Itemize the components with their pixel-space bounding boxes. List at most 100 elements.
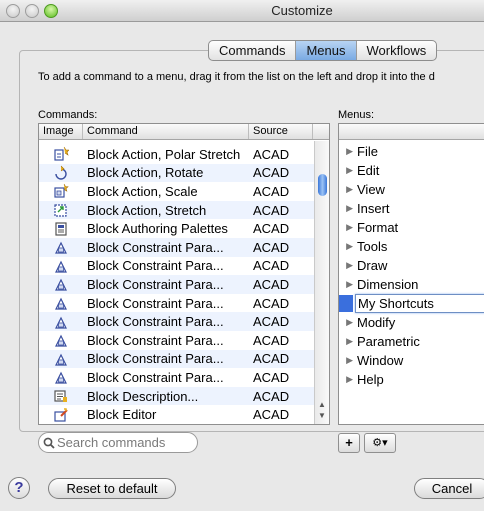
menu-item-tools[interactable]: ▶ Tools: [339, 237, 484, 256]
command-name: Block Editor: [87, 407, 157, 423]
menu-item-view[interactable]: ▶ View: [339, 180, 484, 199]
commands-table[interactable]: Image Command Source Block Action, Polar…: [38, 123, 330, 425]
disclosure-triangle-icon[interactable]: ▶: [339, 222, 357, 233]
table-row[interactable]: Block Action, Stretch ACAD: [39, 200, 314, 220]
command-source: ACAD: [253, 295, 290, 311]
menu-item-label: Format: [357, 220, 399, 235]
table-row[interactable]: Block Constraint Para... ACAD: [39, 368, 314, 387]
palettes-icon: [39, 221, 83, 237]
constraint-icon: [39, 332, 83, 348]
table-row[interactable]: Block Editor ACAD: [39, 405, 314, 424]
disclosure-triangle-icon[interactable]: ▶: [339, 184, 357, 195]
scrollbar-thumb[interactable]: [318, 174, 327, 196]
commands-scrollbar[interactable]: ▲ ▼: [314, 141, 329, 424]
disclosure-triangle-icon[interactable]: ▶: [339, 146, 357, 157]
menu-item-label: Dimension: [357, 277, 419, 292]
tab-workflows[interactable]: Workflows: [357, 41, 437, 60]
search-placeholder: Search commands: [57, 435, 166, 450]
command-name: Block Action, Polar Stretch: [87, 146, 241, 162]
table-row[interactable]: Block Authoring Palettes ACAD: [39, 219, 314, 238]
scroll-up-arrow-icon[interactable]: ▲: [318, 400, 326, 409]
tab-commands[interactable]: Commands: [209, 41, 297, 60]
table-row[interactable]: Block Constraint Para... ACAD: [39, 349, 314, 369]
commands-list: Block Action, Polar Stretch ACAD Block Act…: [39, 145, 314, 424]
menus-label: Menus:: [338, 109, 375, 121]
menu-item-help[interactable]: ▶ Help: [339, 370, 484, 389]
command-source: ACAD: [253, 258, 290, 274]
rotate-icon: [39, 165, 83, 181]
constraint-icon: [39, 314, 83, 330]
table-row[interactable]: Block Action, Scale ACAD: [39, 182, 314, 201]
disclosure-triangle-icon[interactable]: ▶: [339, 279, 357, 290]
help-button[interactable]: ?: [8, 477, 30, 499]
table-row[interactable]: Block Action, Polar Stretch ACAD: [39, 145, 314, 164]
disclosure-triangle-icon[interactable]: ▶: [339, 317, 357, 328]
table-row[interactable]: Block Constraint Para... ACAD: [39, 275, 314, 294]
command-source: ACAD: [253, 351, 290, 367]
disclosure-triangle-icon[interactable]: ▶: [339, 203, 357, 214]
gear-menu-button[interactable]: ⚙▾: [364, 433, 396, 453]
command-name: Block Constraint Para...: [87, 239, 224, 255]
command-name: Block Constraint Para...: [87, 369, 224, 385]
disclosure-triangle-icon[interactable]: ▶: [339, 336, 357, 347]
column-header-source[interactable]: Source: [249, 124, 313, 139]
disclosure-triangle-icon[interactable]: ▶: [339, 165, 357, 176]
command-source: ACAD: [253, 407, 290, 423]
constraint-icon: [39, 258, 83, 274]
command-name: Block Action, Scale: [87, 183, 198, 199]
menu-item-label: Parametric: [357, 334, 420, 349]
command-source: ACAD: [253, 239, 290, 255]
menu-item-format[interactable]: ▶ Format: [339, 218, 484, 237]
table-row[interactable]: Block Constraint Para... ACAD: [39, 312, 314, 331]
command-name: Block Constraint Para...: [87, 332, 224, 348]
table-row[interactable]: Block Description... ACAD: [39, 386, 314, 406]
cancel-button[interactable]: Cancel: [414, 478, 484, 499]
menu-item-label: File: [357, 144, 378, 159]
command-name: Block Constraint Para...: [87, 258, 224, 274]
search-commands-field[interactable]: Search commands: [38, 432, 198, 453]
menu-item-file[interactable]: ▶ File: [339, 142, 484, 161]
menus-tree[interactable]: ▶ File ▶ Edit ▶ View ▶ Insert ▶ Format ▶ Tools ▶ Draw…: [338, 123, 484, 425]
table-row[interactable]: Block Action, Rotate ACAD: [39, 163, 314, 183]
menu-item-label: Insert: [357, 201, 390, 216]
disclosure-triangle-icon[interactable]: ▶: [339, 355, 357, 366]
command-source: ACAD: [253, 388, 290, 404]
menu-item-draw[interactable]: ▶ Draw: [339, 256, 484, 275]
title-bar: Customize: [0, 0, 484, 22]
menu-item-window[interactable]: ▶ Window: [339, 351, 484, 370]
table-row[interactable]: Block Constraint Para... ACAD: [39, 331, 314, 350]
menu-item-insert[interactable]: ▶ Insert: [339, 199, 484, 218]
disclosure-triangle-icon[interactable]: ▶: [339, 241, 357, 252]
add-menu-button[interactable]: +: [338, 433, 360, 453]
column-header-command[interactable]: Command: [83, 124, 249, 139]
command-source: ACAD: [253, 183, 290, 199]
menu-item-label: Help: [357, 372, 384, 387]
command-source: ACAD: [253, 332, 290, 348]
constraint-icon: [39, 351, 83, 367]
column-header-image[interactable]: Image: [39, 124, 83, 139]
table-row[interactable]: Block Constraint Para... ACAD: [39, 294, 314, 313]
table-row[interactable]: Block Constraint Para... ACAD: [39, 237, 314, 257]
tab-menus[interactable]: Menus: [296, 41, 357, 60]
command-source: ACAD: [253, 146, 290, 162]
scroll-down-arrow-icon[interactable]: ▼: [318, 411, 326, 420]
command-name: Block Action, Rotate: [87, 165, 204, 181]
description-icon: [39, 388, 83, 404]
scale-icon: [39, 183, 83, 199]
constraint-icon: [39, 239, 83, 255]
reset-to-default-button[interactable]: Reset to default: [48, 478, 176, 499]
menu-item-my-shortcuts[interactable]: My Shortcuts: [339, 294, 484, 313]
constraint-icon: [39, 276, 83, 292]
menu-item-parametric[interactable]: ▶ Parametric: [339, 332, 484, 351]
commands-table-header: Image Command Source: [39, 124, 329, 140]
menu-name-edit-field[interactable]: My Shortcuts: [355, 294, 484, 313]
menu-item-dimension[interactable]: ▶ Dimension: [339, 275, 484, 294]
disclosure-triangle-icon[interactable]: ▶: [339, 260, 357, 271]
command-name: Block Constraint Para...: [87, 276, 224, 292]
table-row[interactable]: Block Constraint Para... ACAD: [39, 257, 314, 276]
menu-item-edit[interactable]: ▶ Edit: [339, 161, 484, 180]
command-source: ACAD: [253, 276, 290, 292]
menu-item-modify[interactable]: ▶ Modify: [339, 313, 484, 332]
disclosure-triangle-icon[interactable]: ▶: [339, 374, 357, 385]
command-source: ACAD: [253, 202, 290, 218]
